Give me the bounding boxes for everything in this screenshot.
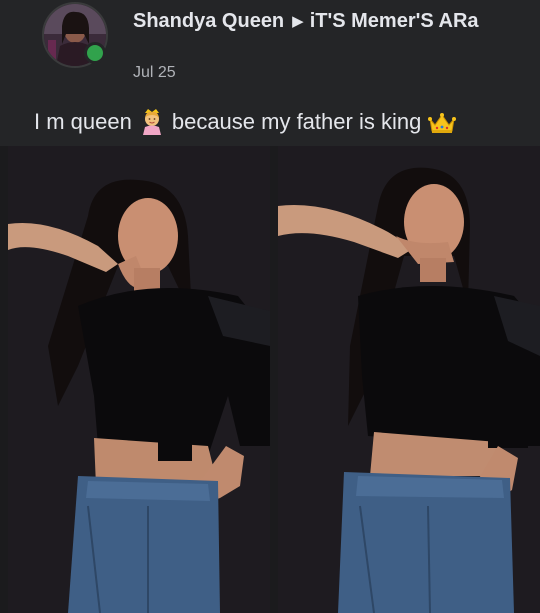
triangle-right-icon: ▶	[292, 13, 304, 30]
photo-1-image	[8, 146, 270, 613]
post-photos	[0, 146, 540, 613]
princess-emoji-icon	[138, 107, 166, 144]
author-avatar[interactable]	[42, 2, 108, 68]
facebook-post: Shandya Queen ▶ iT'S Memer'S ARa Jul 25 I …	[0, 0, 540, 613]
photo-2-image	[278, 146, 540, 613]
post-photo-2[interactable]	[278, 146, 540, 613]
caption-text-1: I m queen	[34, 109, 132, 134]
post-timestamp[interactable]: Jul 25	[133, 64, 176, 82]
post-photo-1[interactable]	[8, 146, 270, 613]
post-caption: I m queen because my father is king	[34, 106, 463, 144]
caption-text-2: because my father is king	[171, 109, 422, 134]
crown-emoji-icon	[427, 111, 457, 144]
post-author-line: Shandya Queen ▶ iT'S Memer'S ARa	[133, 6, 523, 37]
author-name[interactable]: Shandya Queen	[133, 10, 284, 32]
group-name[interactable]: iT'S Memer'S ARa	[310, 10, 479, 32]
online-status-dot	[84, 42, 106, 64]
post-header: Shandya Queen ▶ iT'S Memer'S ARa Jul 25	[0, 0, 540, 100]
